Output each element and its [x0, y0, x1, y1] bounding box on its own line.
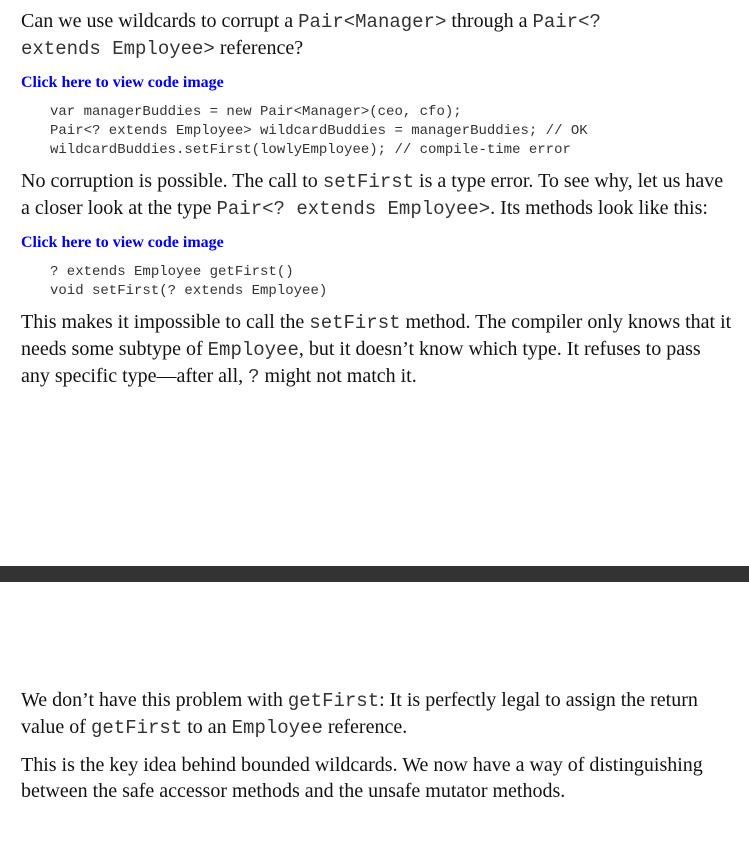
text-run: reference. — [322, 716, 408, 738]
page-bottom: We don’t have this problem with getFirst… — [21, 687, 733, 815]
code-line: var managerBuddies = new Pair<Manager>(c… — [50, 104, 462, 120]
page-top: Can we use wildcards to corrupt a Pair<M… — [21, 8, 733, 401]
inline-code: extends Employee> — [21, 38, 215, 60]
text-run: might not match it. — [259, 365, 417, 387]
text-run: No corruption is possible. The call to — [21, 170, 323, 192]
text-run: We don’t have this problem with — [21, 689, 288, 711]
code-block-1: var managerBuddies = new Pair<Manager>(c… — [50, 103, 733, 160]
inline-code: setFirst — [309, 312, 401, 334]
code-line: void setFirst(? extends Employee) — [50, 283, 328, 299]
inline-code: ? — [248, 366, 260, 388]
view-code-image-link[interactable]: Click here to view code image — [21, 73, 733, 93]
code-line: ? extends Employee getFirst() — [50, 264, 294, 280]
code-line: wildcardBuddies.setFirst(lowlyEmployee);… — [50, 142, 571, 158]
bounded-wildcards-paragraph: This is the key idea behind bounded wild… — [21, 754, 703, 802]
text-run: to an — [182, 716, 232, 738]
text-run: through a — [446, 10, 533, 32]
inline-code: getFirst — [90, 717, 183, 739]
code-block-2: ? extends Employee getFirst() void setFir… — [50, 263, 733, 301]
compiler-paragraph: This makes it impossible to call the set… — [21, 309, 733, 390]
inline-code: getFirst — [287, 690, 380, 712]
inline-code: Employee — [231, 717, 323, 739]
inline-code: Pair<Manager> — [298, 11, 447, 33]
code-line: Pair<? extends Employee> wildcardBuddies… — [50, 123, 588, 139]
question-paragraph: Can we use wildcards to corrupt a Pair<M… — [21, 8, 733, 62]
inline-code: setFirst — [322, 171, 415, 193]
text-run: . Its methods look like this: — [490, 197, 708, 219]
inline-code: Employee — [207, 339, 299, 361]
text-run: Can we use wildcards to corrupt a — [21, 10, 299, 32]
view-code-image-link[interactable]: Click here to view code image — [21, 233, 733, 253]
explanation-paragraph: No corruption is possible. The call to s… — [21, 168, 733, 222]
inline-code: Pair<? — [532, 11, 601, 33]
page-divider — [0, 566, 749, 582]
text-run: This makes it impossible to call the — [21, 311, 310, 333]
getfirst-paragraph: We don’t have this problem with getFirst… — [21, 687, 733, 741]
text-run: reference? — [214, 37, 304, 59]
inline-code: Pair<? extends Employee> — [216, 198, 491, 220]
